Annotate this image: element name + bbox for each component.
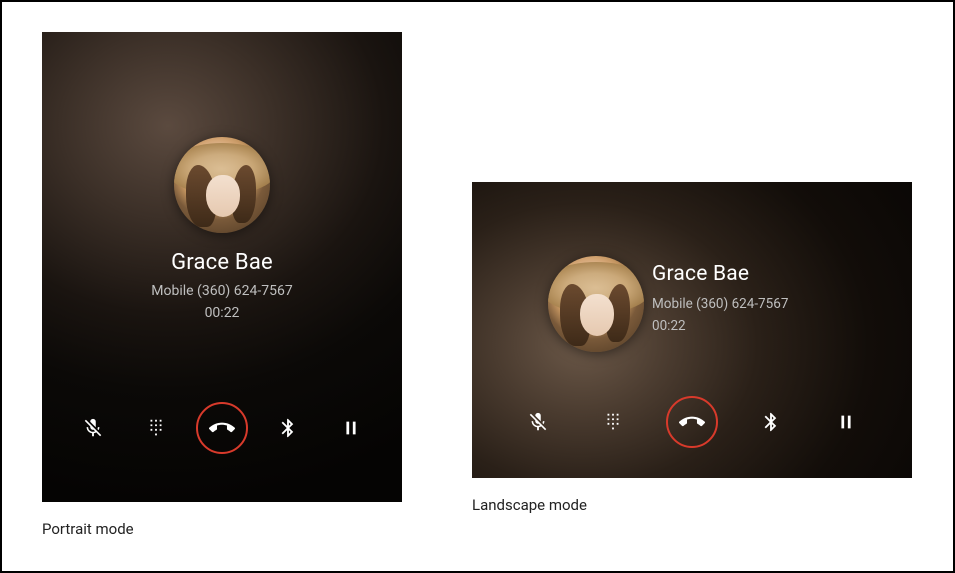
end-call-icon xyxy=(209,415,235,441)
avatar-detail xyxy=(560,284,590,346)
phone-line: Mobile (360) 624-7567 xyxy=(652,296,788,312)
landscape-caption: Landscape mode xyxy=(472,496,912,514)
dialpad-icon xyxy=(602,411,624,433)
contact-avatar[interactable] xyxy=(174,137,270,233)
incall-screen-landscape: Grace Bae Mobile (360) 624-7567 00:22 xyxy=(472,182,912,478)
bluetooth-button[interactable] xyxy=(749,400,793,444)
dialpad-button[interactable] xyxy=(134,406,178,450)
call-duration: 00:22 xyxy=(652,318,788,334)
call-info: Grace Bae Mobile (360) 624-7567 00:22 xyxy=(652,262,788,334)
contact-name: Grace Bae xyxy=(652,262,788,286)
call-controls xyxy=(42,402,402,454)
bluetooth-icon xyxy=(277,417,299,439)
mic-off-icon xyxy=(82,417,104,439)
dialpad-icon xyxy=(145,417,167,439)
end-call-icon xyxy=(679,409,705,435)
contact-name: Grace Bae xyxy=(42,250,402,275)
pause-icon xyxy=(340,417,362,439)
phone-line: Mobile (360) 624-7567 xyxy=(42,283,402,299)
call-info: Grace Bae Mobile (360) 624-7567 00:22 xyxy=(42,250,402,321)
avatar-detail xyxy=(232,165,256,223)
contact-avatar[interactable] xyxy=(548,256,644,352)
avatar-detail xyxy=(606,284,630,342)
hold-button[interactable] xyxy=(824,400,868,444)
hold-button[interactable] xyxy=(329,406,373,450)
portrait-caption: Portrait mode xyxy=(42,520,402,538)
mute-button[interactable] xyxy=(71,406,115,450)
avatar-detail xyxy=(186,165,216,227)
mic-off-icon xyxy=(527,411,549,433)
end-call-button[interactable] xyxy=(196,402,248,454)
dialpad-button[interactable] xyxy=(591,400,635,444)
document-frame: Grace Bae Mobile (360) 624-7567 00:22 xyxy=(0,0,955,573)
landscape-column: Grace Bae Mobile (360) 624-7567 00:22 xyxy=(472,182,912,514)
mute-button[interactable] xyxy=(516,400,560,444)
portrait-column: Grace Bae Mobile (360) 624-7567 00:22 xyxy=(42,32,402,538)
pause-icon xyxy=(835,411,857,433)
call-controls xyxy=(472,396,912,448)
incall-screen-portrait: Grace Bae Mobile (360) 624-7567 00:22 xyxy=(42,32,402,502)
bluetooth-icon xyxy=(760,411,782,433)
end-call-button[interactable] xyxy=(666,396,718,448)
bluetooth-button[interactable] xyxy=(266,406,310,450)
call-duration: 00:22 xyxy=(42,305,402,321)
